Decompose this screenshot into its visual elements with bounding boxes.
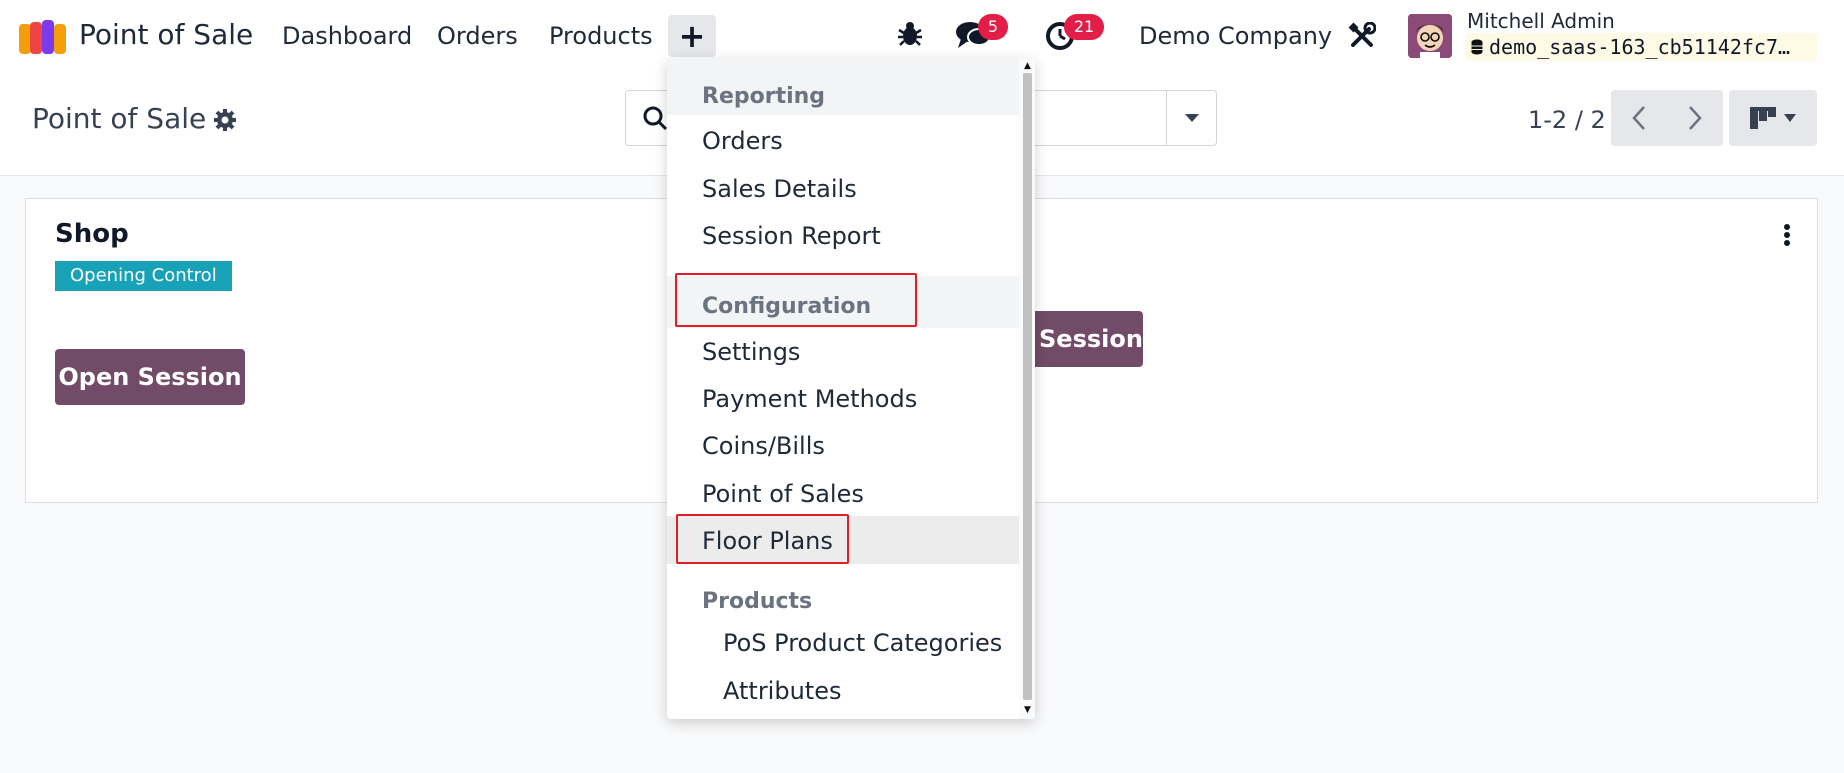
database-icon — [1471, 39, 1483, 55]
nav-dashboard[interactable]: Dashboard — [282, 22, 412, 50]
company-switcher[interactable]: Demo Company — [1139, 22, 1332, 50]
highlight-box-floor-plans — [676, 514, 849, 564]
search-icon — [643, 106, 668, 131]
nav-orders[interactable]: Orders — [437, 22, 518, 50]
database-indicator: demo_saas-163_cb51142fc7… — [1465, 33, 1817, 61]
menu-item-settings[interactable]: Settings — [702, 338, 800, 366]
bug-icon[interactable] — [897, 20, 923, 48]
user-avatar[interactable] — [1408, 14, 1452, 58]
menu-item-sales-details[interactable]: Sales Details — [702, 175, 857, 203]
avatar-face-icon — [1408, 14, 1452, 58]
menu-item-attributes[interactable]: Attributes — [723, 677, 841, 705]
menu-item-session-report[interactable]: Session Report — [702, 222, 881, 250]
caret-down-icon — [1184, 114, 1199, 122]
scroll-down-arrow-icon[interactable]: ▼ — [1024, 705, 1031, 715]
app-title[interactable]: Point of Sale — [79, 18, 253, 51]
status-badge: Opening Control — [55, 261, 232, 291]
menu-item-payment-methods[interactable]: Payment Methods — [702, 385, 917, 413]
tools-icon[interactable] — [1348, 22, 1376, 50]
menu-item-coins-bills[interactable]: Coins/Bills — [702, 432, 825, 460]
open-session-button[interactable]: Open Session — [55, 349, 245, 405]
nav-products[interactable]: Products — [549, 22, 653, 50]
menu-item-point-of-sales[interactable]: Point of Sales — [702, 480, 864, 508]
menu-header-products: Products — [702, 589, 813, 614]
menu-header-reporting: Reporting — [702, 84, 826, 109]
menu-scrollbar-thumb[interactable] — [1023, 73, 1032, 700]
messages-count-badge: 5 — [978, 14, 1008, 40]
user-name[interactable]: Mitchell Admin — [1467, 9, 1615, 33]
pager-value[interactable]: 1-2 / 2 — [1528, 106, 1606, 134]
pager-previous-button[interactable] — [1611, 90, 1667, 146]
app-logo-icon[interactable] — [19, 20, 67, 54]
search-options-toggle[interactable] — [1166, 91, 1216, 145]
highlight-box-configuration — [675, 273, 917, 327]
pager-next-button[interactable] — [1667, 90, 1723, 146]
database-name: demo_saas-163_cb51142fc7… — [1489, 35, 1791, 59]
chevron-right-icon — [1689, 106, 1702, 130]
menu-item-orders[interactable]: Orders — [702, 127, 783, 155]
quick-create-button[interactable]: + — [668, 15, 716, 57]
card-title: Shop — [55, 219, 129, 249]
scroll-up-arrow-icon[interactable]: ▲ — [1024, 61, 1031, 71]
kanban-view-icon — [1750, 107, 1776, 129]
plus-icon: + — [678, 17, 706, 55]
kebab-menu-icon[interactable] — [1783, 223, 1791, 247]
caret-down-icon — [1784, 114, 1796, 122]
second-session-button[interactable]: Session — [1016, 311, 1143, 367]
chevron-left-icon — [1632, 106, 1645, 130]
page-title: Point of Sale — [32, 102, 207, 135]
activities-count-badge: 21 — [1064, 14, 1104, 40]
menu-item-pos-product-categories[interactable]: PoS Product Categories — [723, 629, 1002, 657]
gear-icon[interactable] — [213, 108, 237, 132]
view-switcher-button[interactable] — [1729, 90, 1817, 146]
configuration-dropdown-menu: Reporting Orders Sales Details Session R… — [667, 58, 1035, 719]
